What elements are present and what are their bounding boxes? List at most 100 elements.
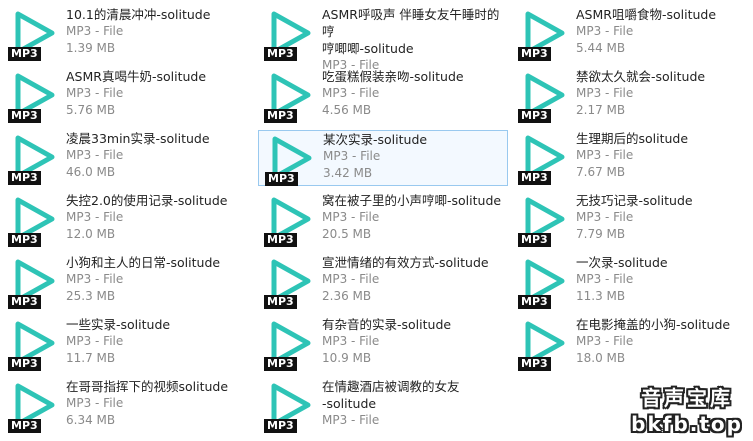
file-item[interactable]: MP3 生理期后的solitude MP3 - File 7.67 MB bbox=[512, 130, 753, 186]
file-item[interactable]: MP3 禁欲太久就会-solitude MP3 - File 2.17 MB bbox=[512, 68, 753, 124]
file-size: 2.17 MB bbox=[576, 103, 626, 117]
file-item[interactable]: MP3 小狗和主人的日常-solitude MP3 - File 25.3 MB bbox=[2, 254, 242, 310]
file-type: MP3 - File bbox=[576, 334, 634, 348]
mp3-badge: MP3 bbox=[8, 419, 41, 433]
audio-file-icon: MP3 bbox=[8, 133, 62, 185]
file-item[interactable]: MP3 在电影掩盖的小狗-solitude MP3 - File 18.0 MB bbox=[512, 316, 753, 372]
file-item[interactable]: MP3 宣泄情绪的有效方式-solitude MP3 - File 2.36 M… bbox=[258, 254, 508, 310]
audio-file-icon: MP3 bbox=[8, 319, 62, 371]
file-size: 1.39 MB bbox=[66, 41, 116, 55]
file-name: 一次录-solitude bbox=[576, 255, 668, 270]
file-size: 11.7 MB bbox=[66, 351, 116, 365]
file-name: 凌晨33min实录-solitude bbox=[66, 131, 210, 146]
file-type: MP3 - File bbox=[66, 396, 124, 410]
mp3-badge: MP3 bbox=[518, 47, 551, 61]
mp3-badge: MP3 bbox=[8, 295, 41, 309]
file-name: 一些实录-solitude bbox=[66, 317, 171, 332]
audio-file-icon: MP3 bbox=[264, 257, 318, 309]
file-type: MP3 - File bbox=[576, 86, 634, 100]
audio-file-icon: MP3 bbox=[8, 381, 62, 433]
file-size: 3.42 MB bbox=[323, 166, 373, 180]
file-item[interactable]: MP3 10.1的清晨冲冲-solitude MP3 - File 1.39 M… bbox=[2, 6, 242, 62]
mp3-badge: MP3 bbox=[264, 233, 297, 247]
mp3-badge: MP3 bbox=[8, 357, 41, 371]
audio-file-icon: MP3 bbox=[518, 319, 572, 371]
file-type: MP3 - File bbox=[576, 24, 634, 38]
mp3-badge: MP3 bbox=[518, 357, 551, 371]
audio-file-icon: MP3 bbox=[264, 319, 318, 371]
audio-file-icon: MP3 bbox=[264, 195, 318, 247]
file-item[interactable]: MP3 ASMR真喝牛奶-solitude MP3 - File 5.76 MB bbox=[2, 68, 242, 124]
mp3-badge: MP3 bbox=[518, 295, 551, 309]
mp3-badge: MP3 bbox=[264, 295, 297, 309]
audio-file-icon: MP3 bbox=[264, 381, 318, 433]
file-item[interactable]: MP3 失控2.0的使用记录-solitude MP3 - File 12.0 … bbox=[2, 192, 242, 248]
file-type: MP3 - File bbox=[322, 210, 380, 224]
file-size: 18.0 MB bbox=[576, 351, 626, 365]
file-size: 6.34 MB bbox=[66, 413, 116, 427]
watermark-line1: 音声宝库 bbox=[641, 386, 734, 410]
file-size: 12.0 MB bbox=[66, 227, 116, 241]
audio-file-icon: MP3 bbox=[264, 71, 318, 123]
file-item[interactable]: MP3 在情趣酒店被调教的女友 -solitude MP3 - File bbox=[258, 378, 508, 434]
audio-file-icon: MP3 bbox=[265, 134, 319, 186]
file-name: 在哥哥指挥下的视频solitude bbox=[66, 379, 229, 394]
file-name: ASMR咀嚼食物-solitude bbox=[576, 7, 717, 22]
file-item[interactable]: MP3 在哥哥指挥下的视频solitude MP3 - File 6.34 MB bbox=[2, 378, 242, 434]
file-item[interactable]: MP3 某次实录-solitude MP3 - File 3.42 MB bbox=[258, 130, 508, 186]
file-size: 5.44 MB bbox=[576, 41, 626, 55]
mp3-badge: MP3 bbox=[518, 171, 551, 185]
mp3-badge: MP3 bbox=[8, 47, 41, 61]
mp3-badge: MP3 bbox=[265, 172, 298, 186]
file-name: 生理期后的solitude bbox=[576, 131, 689, 146]
file-type: MP3 - File bbox=[322, 86, 380, 100]
file-type: MP3 - File bbox=[576, 148, 634, 162]
audio-file-icon: MP3 bbox=[8, 195, 62, 247]
file-item[interactable]: MP3 ASMR呼吸声 伴睡女友午睡时的哼 哼唧唧-solitude MP3 -… bbox=[258, 6, 508, 72]
file-type: MP3 - File bbox=[66, 334, 124, 348]
audio-file-icon: MP3 bbox=[518, 257, 572, 309]
file-name: 失控2.0的使用记录-solitude bbox=[66, 193, 228, 208]
file-type: MP3 - File bbox=[322, 272, 380, 286]
audio-file-icon: MP3 bbox=[8, 71, 62, 123]
file-size: 4.56 MB bbox=[322, 103, 372, 117]
file-item[interactable]: MP3 有杂音的实录-solitude MP3 - File 10.9 MB bbox=[258, 316, 508, 372]
file-item[interactable]: MP3 ASMR咀嚼食物-solitude MP3 - File 5.44 MB bbox=[512, 6, 753, 62]
file-size: 7.79 MB bbox=[576, 227, 626, 241]
file-type: MP3 - File bbox=[323, 149, 381, 163]
file-type: MP3 - File bbox=[322, 334, 380, 348]
file-item[interactable]: MP3 窝在被子里的小声哼唧-solitude MP3 - File 20.5 … bbox=[258, 192, 508, 248]
mp3-badge: MP3 bbox=[518, 233, 551, 247]
file-item[interactable]: MP3 凌晨33min实录-solitude MP3 - File 46.0 M… bbox=[2, 130, 242, 186]
file-name: 吃蛋糕假装亲吻-solitude bbox=[322, 69, 464, 84]
file-name: 在情趣酒店被调教的女友 -solitude bbox=[322, 379, 460, 411]
file-size: 46.0 MB bbox=[66, 165, 116, 179]
file-size: 25.3 MB bbox=[66, 289, 116, 303]
file-item[interactable]: MP3 吃蛋糕假装亲吻-solitude MP3 - File 4.56 MB bbox=[258, 68, 508, 124]
mp3-badge: MP3 bbox=[8, 171, 41, 185]
file-name: 禁欲太久就会-solitude bbox=[576, 69, 706, 84]
file-name: 有杂音的实录-solitude bbox=[322, 317, 452, 332]
file-name: 无技巧记录-solitude bbox=[576, 193, 693, 208]
file-type: MP3 - File bbox=[66, 148, 124, 162]
file-name: ASMR呼吸声 伴睡女友午睡时的哼 哼唧唧-solitude bbox=[322, 7, 500, 56]
audio-file-icon: MP3 bbox=[518, 71, 572, 123]
file-name: 10.1的清晨冲冲-solitude bbox=[66, 7, 211, 22]
file-name: ASMR真喝牛奶-solitude bbox=[66, 69, 207, 84]
file-size: 10.9 MB bbox=[322, 351, 372, 365]
file-type: MP3 - File bbox=[322, 413, 380, 427]
file-type: MP3 - File bbox=[66, 210, 124, 224]
audio-file-icon: MP3 bbox=[518, 133, 572, 185]
file-size: 7.67 MB bbox=[576, 165, 626, 179]
file-grid: MP3 10.1的清晨冲冲-solitude MP3 - File 1.39 M… bbox=[0, 0, 753, 441]
file-name: 某次实录-solitude bbox=[323, 132, 428, 147]
file-item[interactable]: MP3 无技巧记录-solitude MP3 - File 7.79 MB bbox=[512, 192, 753, 248]
file-item[interactable]: MP3 一些实录-solitude MP3 - File 11.7 MB bbox=[2, 316, 242, 372]
audio-file-icon: MP3 bbox=[518, 9, 572, 61]
file-name: 在电影掩盖的小狗-solitude bbox=[576, 317, 731, 332]
file-name: 小狗和主人的日常-solitude bbox=[66, 255, 221, 270]
mp3-badge: MP3 bbox=[8, 233, 41, 247]
watermark-line2: bkfb.top bbox=[631, 412, 743, 436]
file-type: MP3 - File bbox=[66, 86, 124, 100]
file-item[interactable]: MP3 一次录-solitude MP3 - File 11.3 MB bbox=[512, 254, 753, 310]
